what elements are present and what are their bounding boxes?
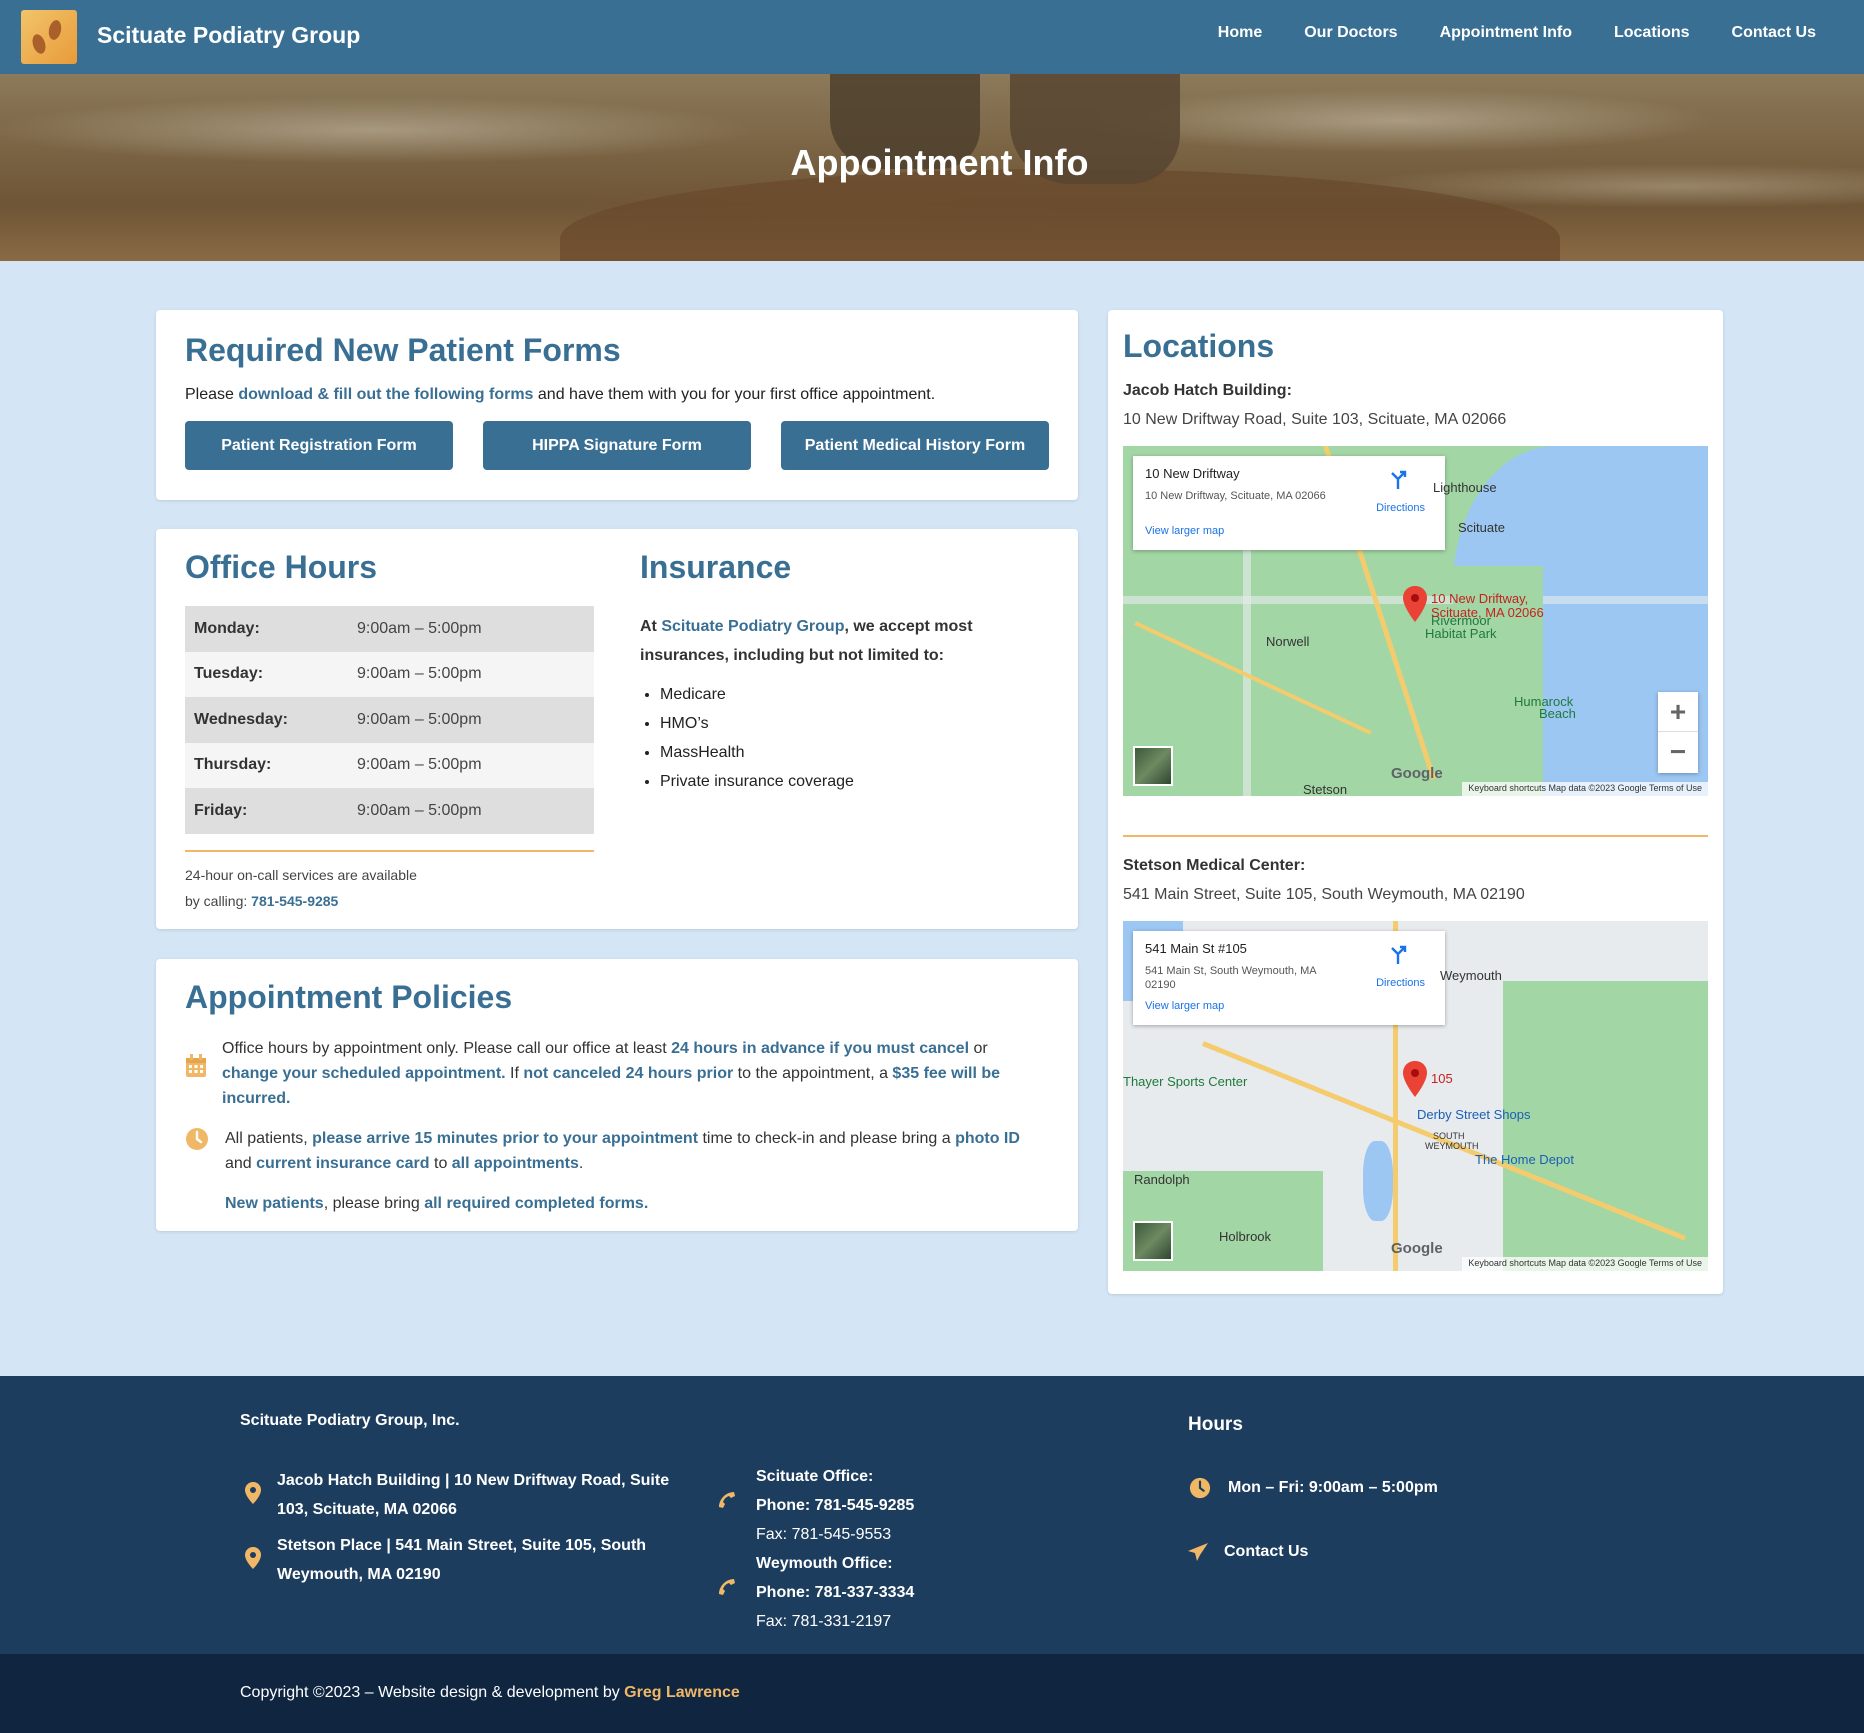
hours-row: Friday: 9:00am – 5:00pm <box>185 788 594 834</box>
calendar-icon <box>185 1054 207 1086</box>
appointment-policies-card: Appointment Policies Office hours by app… <box>156 959 1078 1231</box>
footer-hours-title: Hours <box>1188 1414 1243 1435</box>
list-item: MassHealth <box>660 738 854 767</box>
google-logo: Google <box>1391 1240 1443 1257</box>
paper-plane-icon <box>1187 1542 1209 1567</box>
insurance-text: At Scituate Podiatry Group, we accept mo… <box>640 618 973 664</box>
patient-medical-history-form-button[interactable]: Patient Medical History Form <box>781 421 1049 470</box>
office-hours-title: Office Hours <box>185 549 378 585</box>
forms-intro: Please download & fill out the following… <box>185 386 936 403</box>
nav-home[interactable]: Home <box>1218 24 1262 42</box>
clock-icon <box>185 1127 209 1159</box>
policy-arrival: All patients, please arrive 15 minutes p… <box>186 1126 1045 1176</box>
patient-registration-form-button[interactable]: Patient Registration Form <box>185 421 453 470</box>
list-item: HMO’s <box>660 709 854 738</box>
page-title: Appointment Info <box>790 142 1089 183</box>
logo-feet-icon[interactable] <box>21 10 77 64</box>
location-1-address: 10 New Driftway Road, Suite 103, Scituat… <box>1123 411 1507 428</box>
policies-title: Appointment Policies <box>185 979 513 1015</box>
footer-address-weymouth: Stetson Place | 541 Main Street, Suite 1… <box>277 1537 647 1583</box>
nav-locations[interactable]: Locations <box>1614 24 1690 42</box>
nav-our-doctors[interactable]: Our Doctors <box>1304 24 1397 42</box>
view-larger-map-link[interactable]: View larger map <box>1145 525 1224 537</box>
satellite-thumbnail[interactable] <box>1133 1221 1173 1261</box>
copyright-bar: Copyright ©2023 – Website design & devel… <box>0 1654 1864 1733</box>
hippa-signature-form-button[interactable]: HIPPA Signature Form <box>483 421 751 470</box>
map-marker-icon <box>245 1482 261 1509</box>
phone-icon <box>717 1490 737 1515</box>
location-2-address: 541 Main Street, Suite 105, South Weymou… <box>1123 886 1525 903</box>
weymouth-phone-link[interactable]: Phone: 781-337-3334 <box>756 1578 914 1607</box>
footer-weymouth-office: Weymouth Office: Phone: 781-337-3334 Fax… <box>756 1555 915 1630</box>
hours-row: Monday: 9:00am – 5:00pm <box>185 606 594 652</box>
main-nav: Home Our Doctors Appointment Info Locati… <box>1176 24 1816 42</box>
pin-label: 10 New Driftway, Scituate, MA 02066 <box>1431 591 1544 620</box>
site-footer: Scituate Podiatry Group, Inc. Jacob Hatc… <box>0 1376 1864 1654</box>
insurance-list: Medicare HMO’s MassHealth Private insura… <box>660 680 854 796</box>
map-scituate[interactable]: 10 New Driftway 10 New Driftway, Scituat… <box>1123 446 1708 796</box>
directions-link[interactable]: Directions <box>1376 977 1425 989</box>
footer-scituate-office: Scituate Office: Phone: 781-545-9285 Fax… <box>756 1468 915 1543</box>
zoom-out-icon[interactable]: − <box>1658 732 1698 772</box>
zoom-in-icon[interactable]: + <box>1658 692 1698 732</box>
location-2-name: Stetson Medical Center: <box>1123 857 1306 874</box>
map-pin-icon[interactable] <box>1403 1061 1427 1097</box>
satellite-thumbnail[interactable] <box>1133 746 1173 786</box>
locations-title: Locations <box>1123 328 1275 364</box>
forms-download-link[interactable]: download & fill out the following forms <box>238 386 533 403</box>
map-attribution: Keyboard shortcuts Map data ©2023 Google… <box>1462 782 1708 796</box>
map-info-window: 541 Main St #105 541 Main St, South Weym… <box>1133 931 1445 1025</box>
insurance-title: Insurance <box>640 549 792 585</box>
hero-banner: Appointment Info <box>0 74 1864 261</box>
site-brand[interactable]: Scituate Podiatry Group <box>97 22 360 49</box>
list-item: Private insurance coverage <box>660 767 854 796</box>
view-larger-map-link[interactable]: View larger map <box>1145 1000 1224 1012</box>
footer-address-scituate: Jacob Hatch Building | 10 New Driftway R… <box>277 1472 670 1518</box>
forms-title: Required New Patient Forms <box>185 332 621 368</box>
oncall-phone-link[interactable]: 781-545-9285 <box>251 893 338 909</box>
map-weymouth[interactable]: 541 Main St #105 541 Main St, South Weym… <box>1123 921 1708 1271</box>
insurance-practice-link[interactable]: Scituate Podiatry Group <box>661 618 844 635</box>
author-link[interactable]: Greg Lawrence <box>624 1684 740 1701</box>
phone-icon <box>717 1577 737 1602</box>
scituate-phone-link[interactable]: Phone: 781-545-9285 <box>756 1491 914 1520</box>
oncall-note: 24-hour on-call services are available b… <box>185 867 417 909</box>
copyright-text: Copyright ©2023 – Website design & devel… <box>240 1684 740 1701</box>
footer-company: Scituate Podiatry Group, Inc. <box>240 1412 460 1429</box>
map-zoom-control: + − <box>1658 692 1698 773</box>
hours-insurance-card: Office Hours Monday: 9:00am – 5:00pm Tues… <box>156 529 1078 929</box>
map-pin-icon[interactable] <box>1403 586 1427 622</box>
location-1-name: Jacob Hatch Building: <box>1123 382 1292 399</box>
directions-link[interactable]: Directions <box>1376 502 1425 514</box>
locations-card: Locations Jacob Hatch Building: 10 New D… <box>1108 310 1723 1294</box>
locations-divider <box>1123 835 1708 837</box>
directions-icon[interactable] <box>1389 944 1407 964</box>
hours-row: Wednesday: 9:00am – 5:00pm <box>185 697 594 743</box>
hours-row: Tuesday: 9:00am – 5:00pm <box>185 651 594 697</box>
clock-icon <box>1189 1477 1211 1504</box>
pin-label: 105 <box>1431 1071 1453 1086</box>
office-hours-table: Monday: 9:00am – 5:00pm Tuesday: 9:00am – … <box>185 606 594 834</box>
map-info-window: 10 New Driftway 10 New Driftway, Scituat… <box>1133 456 1445 550</box>
directions-icon[interactable] <box>1389 469 1407 489</box>
policy-cancellation: Office hours by appointment only. Please… <box>186 1036 1022 1111</box>
map-marker-icon <box>245 1547 261 1574</box>
footer-contact-link[interactable]: Contact Us <box>1224 1537 1308 1566</box>
list-item: Medicare <box>660 680 854 709</box>
nav-contact-us[interactable]: Contact Us <box>1732 24 1816 42</box>
hours-row: Thursday: 9:00am – 5:00pm <box>185 742 594 788</box>
policy-new-patients: New patients, please bring all required … <box>225 1195 649 1212</box>
footer-hours: Mon – Fri: 9:00am – 5:00pm <box>1228 1479 1438 1496</box>
hours-divider <box>185 850 594 852</box>
map-attribution: Keyboard shortcuts Map data ©2023 Google… <box>1462 1257 1708 1271</box>
nav-appointment-info[interactable]: Appointment Info <box>1440 24 1572 42</box>
top-navbar: Scituate Podiatry Group Home Our Doctors… <box>0 0 1864 74</box>
google-logo: Google <box>1391 765 1443 782</box>
new-patient-forms-card: Required New Patient Forms Please downlo… <box>156 310 1078 500</box>
